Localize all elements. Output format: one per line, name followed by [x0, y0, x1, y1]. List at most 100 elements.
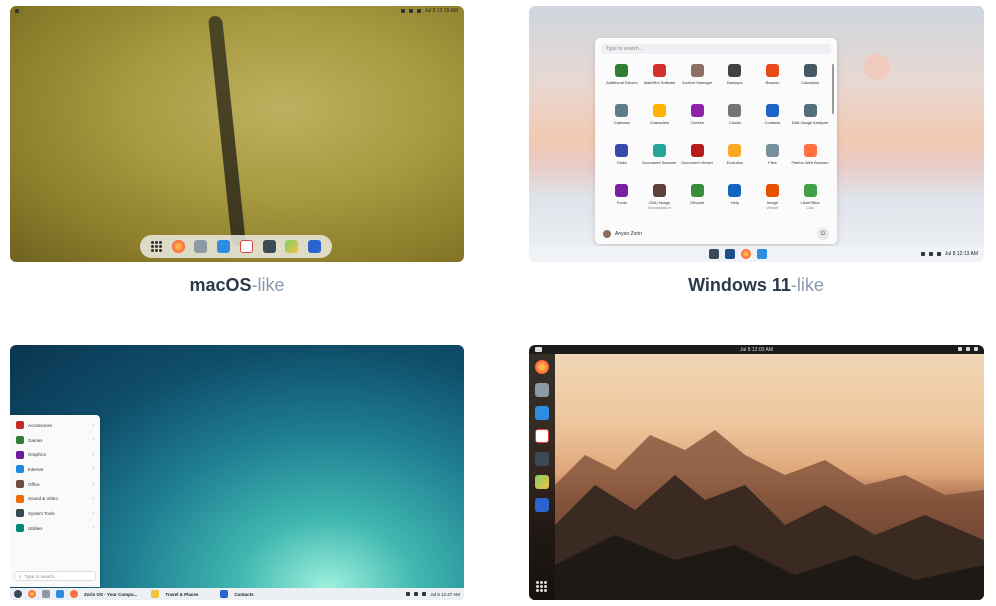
app-icon	[765, 144, 779, 157]
app-label: Disk Usage Analyzer	[791, 120, 829, 125]
category-icon	[16, 509, 24, 518]
app-launcher[interactable]: Firefox Web Browser	[791, 144, 829, 178]
firefox-icon[interactable]	[28, 590, 36, 598]
app-launcher[interactable]: AisleRiot Solitaire	[641, 64, 679, 98]
contacts-icon[interactable]	[535, 498, 549, 512]
zorin-menu-icon[interactable]	[14, 590, 22, 598]
app-label: Help	[730, 200, 739, 205]
show-apps-icon[interactable]	[536, 581, 547, 592]
firefox-icon[interactable]	[171, 240, 185, 253]
software-icon[interactable]	[56, 590, 64, 598]
contacts-icon[interactable]	[308, 240, 322, 253]
window-tab-browser[interactable]: Zorin OS - Your Compu...	[84, 592, 137, 597]
app-launcher[interactable]: Archive Manager	[678, 64, 716, 98]
software-icon[interactable]	[217, 240, 231, 253]
category-icon	[16, 480, 24, 489]
files-icon[interactable]	[725, 249, 735, 259]
app-launcher[interactable]: Image Viewer	[754, 184, 792, 218]
app-launcher[interactable]: Calculator	[791, 64, 829, 98]
app-icon	[803, 104, 817, 117]
app-launcher[interactable]: Disk Usage Analyzer	[791, 104, 829, 138]
browser-window-icon	[70, 590, 78, 598]
app-launcher[interactable]: Fonts	[603, 184, 641, 218]
software-icon[interactable]	[535, 406, 549, 420]
app-label: Calendar	[613, 120, 630, 125]
apps-icon	[15, 9, 19, 13]
app-launcher[interactable]: Document Scanner	[641, 144, 679, 178]
app-grid-icon[interactable]	[150, 241, 162, 252]
clock-label[interactable]: Jul 8 12:03 AM	[740, 347, 773, 353]
files-icon[interactable]	[535, 383, 549, 397]
app-launcher[interactable]: Characters	[641, 104, 679, 138]
app-launcher[interactable]: Disks	[603, 144, 641, 178]
app-launcher[interactable]: Backups	[716, 64, 754, 98]
app-launcher[interactable]: Calendar	[603, 104, 641, 138]
app-icon	[690, 104, 704, 117]
app-launcher[interactable]: Evolution	[716, 144, 754, 178]
search-input[interactable]: Type to search...	[601, 44, 831, 54]
app-launcher[interactable]: Additional Drivers	[603, 64, 641, 98]
app-menu: Accessories › Games › Graphics › Internet › Offi…	[10, 415, 100, 587]
power-icon[interactable]: ⏻	[817, 228, 829, 240]
app-sublabel: Manipulation	[648, 205, 671, 210]
menu-category[interactable]: Internet ›	[10, 462, 100, 477]
window-tab-contacts[interactable]: Contacts	[234, 592, 253, 597]
macos-top-bar: Jul 8 12:16 AM	[10, 6, 464, 16]
chevron-right-icon: ›	[92, 437, 94, 444]
menu-category[interactable]: Office ›	[10, 477, 100, 492]
search-placeholder: Type to search...	[24, 573, 58, 579]
app-launcher[interactable]: Files	[754, 144, 792, 178]
app-launcher[interactable]: Brasero	[754, 64, 792, 98]
category-icon	[16, 450, 24, 459]
category-label: System Tools	[28, 510, 55, 516]
calendar-icon[interactable]	[535, 429, 549, 443]
zorin-connect-icon[interactable]	[262, 240, 276, 253]
app-icon	[652, 104, 666, 117]
clock-label: Jul 8 12:16 AM	[424, 8, 458, 14]
calendar-icon[interactable]	[239, 240, 253, 253]
menu-category[interactable]: System Tools ›	[10, 506, 100, 521]
menu-category[interactable]: Sound & Video ›	[10, 491, 100, 506]
activities-icon[interactable]	[535, 347, 542, 352]
software-icon[interactable]	[757, 249, 767, 259]
menu-category[interactable]: Accessories ›	[10, 418, 100, 433]
zorin-connect-icon[interactable]	[535, 452, 549, 466]
caption-windows11: Windows 11-like	[529, 275, 983, 296]
menu-category[interactable]: Graphics ›	[10, 447, 100, 462]
zorin-menu-icon[interactable]	[709, 249, 719, 259]
sun-decoration	[864, 54, 890, 80]
app-launcher[interactable]: LibreOffice Calc	[791, 184, 829, 218]
app-label: Characters	[649, 120, 670, 125]
app-label: Document Viewer	[681, 160, 713, 165]
category-icon	[16, 494, 24, 503]
travel-icon	[151, 590, 160, 598]
app-launcher[interactable]: Gthumb	[678, 184, 716, 218]
photos-icon[interactable]	[535, 475, 549, 489]
app-icon	[803, 64, 817, 77]
mountains-decoration	[555, 430, 984, 600]
app-launcher[interactable]: Cheese	[678, 104, 716, 138]
app-label: Contacts	[764, 120, 781, 125]
user-button[interactable]: Anyeo Zorin	[603, 230, 642, 238]
firefox-icon[interactable]	[535, 360, 549, 374]
files-icon[interactable]	[194, 240, 208, 253]
app-launcher[interactable]: Contacts	[754, 104, 792, 138]
app-launcher[interactable]: Help	[716, 184, 754, 218]
menu-category[interactable]: Utilities ›	[10, 521, 100, 536]
clock-label: Jul 8 12:47 AM	[430, 591, 460, 597]
scrollbar[interactable]	[832, 64, 834, 114]
app-launcher[interactable]: Clocks	[716, 104, 754, 138]
app-launcher[interactable]: GNU Image Manipulation	[641, 184, 679, 218]
app-icon	[690, 184, 704, 197]
battery-icon	[936, 252, 941, 256]
chevron-right-icon: ›	[92, 495, 94, 502]
firefox-icon[interactable]	[741, 249, 751, 259]
search-input[interactable]: ⌕ Type to search...	[14, 571, 96, 581]
files-icon[interactable]	[42, 590, 50, 598]
photos-icon[interactable]	[285, 240, 299, 253]
app-launcher[interactable]: Document Viewer	[678, 144, 716, 178]
menu-category[interactable]: Games ›	[10, 433, 100, 448]
window-tab-travel[interactable]: Travel & Places	[165, 592, 198, 597]
volume-icon	[966, 347, 970, 351]
app-label: Files	[768, 160, 777, 165]
